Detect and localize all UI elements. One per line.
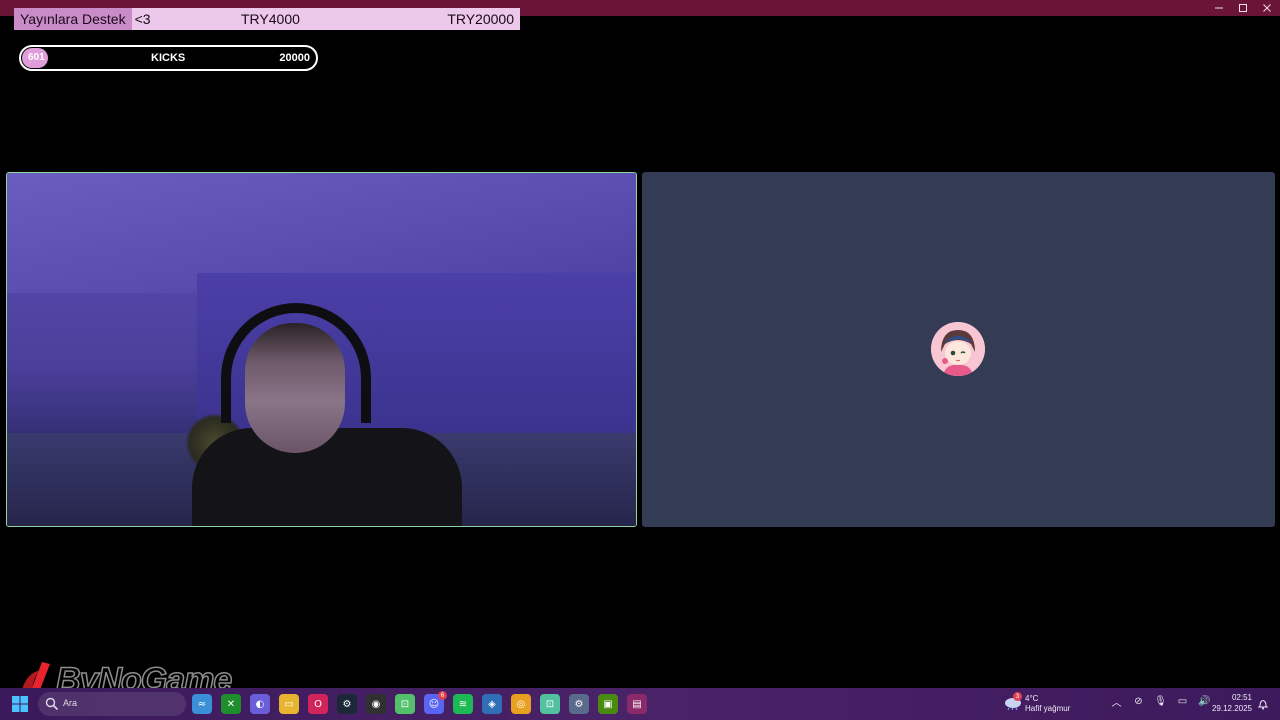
network-off-icon[interactable]: ⊘ [1132, 695, 1145, 708]
weather-badge: 3 [1013, 692, 1022, 701]
discord-ptb-icon: ⊡ [545, 698, 555, 710]
clock-date: 29.12.2025 [1211, 704, 1252, 713]
nvidia-icon: ▣ [603, 698, 613, 710]
webcam-person-body [192, 428, 462, 526]
taskbar-app-settings[interactable]: ⚙ [569, 694, 589, 714]
spotify-icon: ≋ [458, 698, 468, 710]
display-icon[interactable]: ▭ [1176, 695, 1189, 708]
webcam-video-tile[interactable] [6, 172, 637, 527]
taskbar-app-widgets[interactable]: ≈ [192, 694, 212, 714]
participant-avatar-tile[interactable] [642, 172, 1275, 527]
kicks-progress-bar: 601 KICKS 20000 [19, 45, 318, 71]
taskbar-app-file-explorer[interactable]: ▭ [279, 694, 299, 714]
system-clock[interactable]: 02:51 29.12.2025 [1206, 693, 1252, 713]
winrar-icon: ▤ [632, 698, 642, 710]
taskbar-apps: ≈ ✕ ◐ ▭ O ⚙ ◉ ⊡ ☺ 6 ≋ ◈ ◎ ⊡ ⚙ ▣ ▤ [192, 691, 647, 714]
taskbar-app-discord[interactable]: ☺ 6 [424, 691, 447, 714]
taskbar-app-discord-ptb[interactable]: ⊡ [540, 694, 560, 714]
kicks-count: 601 [28, 52, 45, 63]
taskbar-app-winrar[interactable]: ▤ [627, 694, 647, 714]
discord-notification-badge: 6 [438, 691, 447, 700]
notification-bell-icon[interactable] [1257, 697, 1269, 710]
close-icon [1263, 4, 1271, 12]
steam-icon: ⚙ [342, 698, 352, 710]
taskbar-app-steam[interactable]: ⚙ [337, 694, 357, 714]
weather-temperature: 4°C [1025, 694, 1039, 703]
kick-icon: ⊡ [400, 698, 410, 710]
taskbar-app-kick[interactable]: ⊡ [395, 694, 415, 714]
maximize-icon [1239, 4, 1247, 12]
settings-icon: ⚙ [574, 698, 584, 710]
clock-time: 02:51 [1231, 693, 1252, 702]
taskbar-app-xbox[interactable]: ✕ [221, 694, 241, 714]
goal-title: Yayınlara Destek [14, 8, 132, 30]
goal-target-amount: TRY20000 [447, 11, 514, 27]
donation-goal-bar: Yayınlara Destek <3 TRY4000 TRY20000 [14, 8, 520, 30]
goal-current-amount: TRY4000 [241, 11, 300, 27]
network-app-icon: ◈ [488, 698, 496, 710]
kicks-label: KICKS [151, 52, 186, 64]
widgets-icon: ≈ [197, 698, 207, 710]
taskbar-app-nvidia[interactable]: ▣ [598, 694, 618, 714]
participant-avatar [931, 322, 985, 376]
taskbar-app-opera[interactable]: O [308, 694, 328, 714]
goal-subtitle: <3 [134, 11, 151, 27]
anime-avatar-icon [931, 322, 985, 376]
microphone-icon[interactable]: 🎙 [1154, 695, 1167, 708]
chevron-up-icon[interactable]: ︿ [1110, 695, 1123, 709]
minimize-icon [1215, 7, 1223, 9]
taskbar-app-copilot[interactable]: ◐ [250, 694, 270, 714]
search-icon [45, 697, 59, 711]
taskbar-app-spotify[interactable]: ≋ [453, 694, 473, 714]
kicks-target: 20000 [279, 52, 310, 64]
opera-icon: O [314, 698, 322, 710]
close-button[interactable] [1262, 3, 1272, 13]
weather-description: Hafif yağmur [1025, 704, 1071, 713]
copilot-icon: ◐ [255, 698, 265, 710]
start-button[interactable] [12, 696, 28, 712]
taskbar-app-chrome[interactable]: ◎ [511, 694, 531, 714]
xbox-icon: ✕ [226, 698, 236, 710]
search-placeholder: Ara [63, 698, 78, 708]
maximize-button[interactable] [1238, 3, 1248, 13]
window-controls [1214, 0, 1272, 16]
chrome-icon: ◎ [516, 698, 526, 710]
screen: Yayınlara Destek <3 TRY4000 TRY20000 601… [0, 0, 1280, 720]
file-explorer-icon: ▭ [284, 698, 294, 710]
taskbar: Ara ≈ ✕ ◐ ▭ O ⚙ ◉ ⊡ ☺ 6 ≋ ◈ ◎ ⊡ ⚙ ▣ ▤ 3 4°C Hafif yağmur… [0, 688, 1280, 720]
taskbar-search[interactable]: Ara [38, 692, 186, 716]
obs-icon: ◉ [371, 698, 381, 710]
discord-icon: ☺ [428, 698, 440, 710]
system-tray: ︿ ⊘ 🎙 ▭ 🔊 [1110, 695, 1211, 709]
taskbar-app-network-app[interactable]: ◈ [482, 694, 502, 714]
windows-start-icon [12, 696, 28, 712]
weather-widget[interactable]: 3 4°C Hafif yağmur [1004, 692, 1114, 715]
minimize-button[interactable] [1214, 3, 1224, 13]
taskbar-app-obs[interactable]: ◉ [366, 694, 386, 714]
